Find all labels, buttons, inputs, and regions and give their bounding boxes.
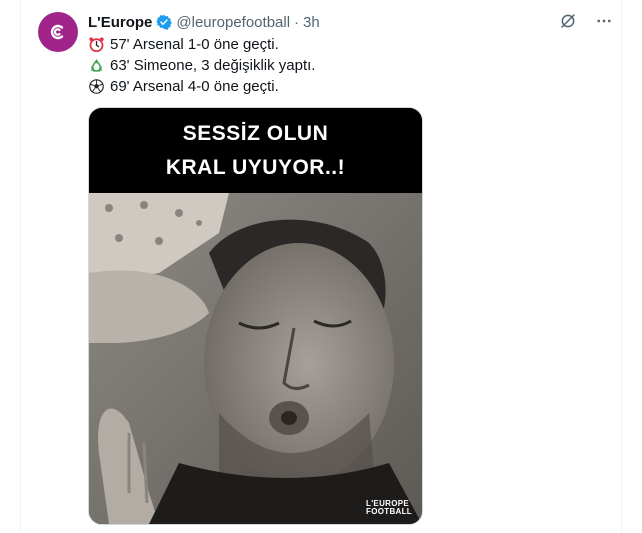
author-handle[interactable]: @leuropefootball	[176, 14, 290, 31]
sleeping-man-photo	[89, 193, 422, 524]
avatar[interactable]	[38, 12, 78, 52]
grok-button[interactable]	[557, 10, 579, 32]
soccer-ball-icon	[89, 79, 104, 94]
watermark-line-2: FOOTBALL	[366, 507, 412, 516]
tweet-line-text: 63' Simeone, 3 değişiklik yaptı.	[110, 57, 316, 74]
tweet-line: 69' Arsenal 4-0 öne geçti.	[88, 76, 608, 97]
timeline-border-left	[20, 0, 21, 533]
grok-icon	[561, 14, 575, 28]
tweet-line: 57' Arsenal 1-0 öne geçti.	[88, 34, 608, 55]
image-caption-band: SESSİZ OLUN KRAL UYUYOR..!	[89, 108, 422, 193]
image-caption-line-1: SESSİZ OLUN	[182, 121, 329, 145]
author-name[interactable]: L'Europe	[88, 14, 152, 31]
header-separator: ·	[294, 13, 300, 31]
tweet-timestamp[interactable]: 3h	[303, 14, 320, 31]
alarm-clock-icon	[89, 37, 104, 53]
verified-badge-icon	[156, 15, 173, 30]
image-watermark: L'EUROPE FOOTBALL	[366, 500, 412, 516]
tweet-header-actions	[557, 10, 615, 32]
tweet-line-text: 57' Arsenal 1-0 öne geçti.	[110, 36, 279, 53]
leurope-logo-icon	[50, 24, 64, 40]
timeline-border-right	[621, 0, 622, 533]
tweet-media[interactable]: SESSİZ OLUN KRAL UYUYOR..! L'EUROPE FOOT…	[88, 107, 423, 525]
tweet-line-text: 69' Arsenal 4-0 öne geçti.	[110, 78, 279, 95]
image-caption-line-2: KRAL UYUYOR..!	[165, 155, 346, 179]
tweet-header: L'Europe @leuropefootball · 3h	[88, 12, 320, 32]
recycle-icon	[90, 59, 103, 72]
more-button[interactable]	[593, 10, 615, 32]
more-icon	[597, 19, 611, 23]
tweet-line: 63' Simeone, 3 değişiklik yaptı.	[88, 55, 608, 76]
tweet-text: 57' Arsenal 1-0 öne geçti. 63' Simeone, …	[88, 34, 608, 97]
